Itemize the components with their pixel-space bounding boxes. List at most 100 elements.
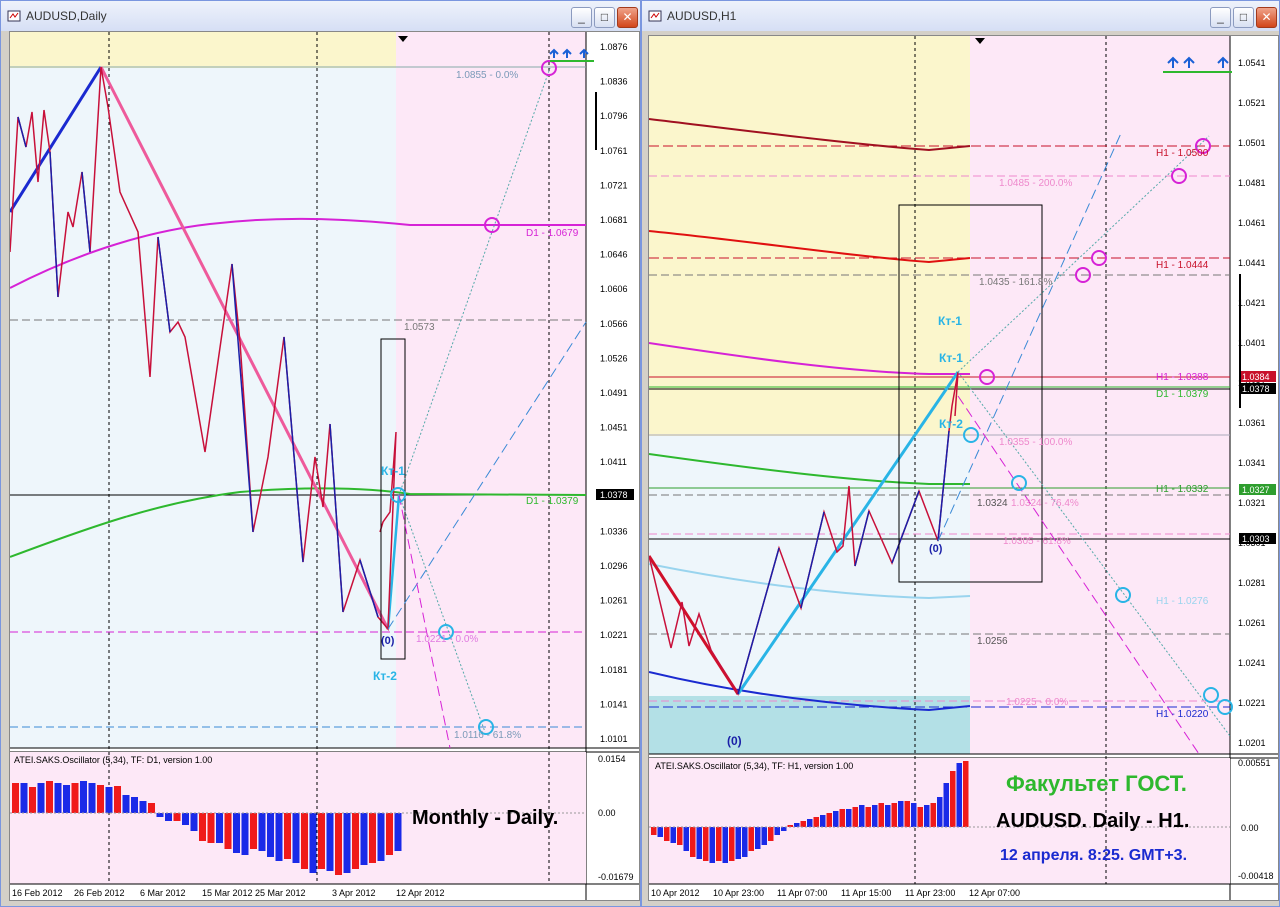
- oscillator-bar: [326, 813, 334, 871]
- oscillator-bar: [709, 827, 715, 863]
- zero-label: (0): [929, 543, 943, 555]
- price-tick: 1.0261: [1238, 618, 1266, 628]
- oscillator-bar: [670, 827, 676, 843]
- oscillator-bar: [794, 823, 800, 827]
- oscillator-bar: [216, 813, 223, 843]
- oscillator-bar: [930, 803, 936, 827]
- oscillator-bar: [309, 813, 317, 873]
- price-badge-text: 1.0384: [1242, 372, 1270, 382]
- price-badge-text: 1.0378: [1242, 384, 1270, 394]
- oscillator-bar: [781, 827, 787, 831]
- oscillator-bar: [190, 813, 198, 831]
- price-tick: 1.0606: [600, 284, 628, 294]
- oscillator-bar: [651, 827, 657, 835]
- chart-area[interactable]: 1.0855 - 0.0% D1 - 1.0679 1.0573 D1 - 1.…: [9, 31, 640, 901]
- maximize-button[interactable]: □: [594, 7, 615, 28]
- oscillator-bar: [148, 803, 155, 813]
- oscillator-bar: [267, 813, 274, 857]
- oscillator-bar: [139, 801, 147, 813]
- chart-window-icon: [7, 10, 21, 22]
- chart-window-icon: [648, 10, 662, 22]
- date-tick: 11 Apr 23:00: [905, 888, 955, 898]
- oscillator-bar: [748, 827, 754, 851]
- kt2-label: Кт-2: [939, 417, 963, 431]
- history-zone-bottom: [649, 696, 970, 754]
- d1-top-label: D1 - 1.0679: [526, 228, 579, 239]
- osc-title: ATEI.SAKS.Oscillator (5,34), TF: D1, ver…: [14, 755, 212, 765]
- close-button[interactable]: ✕: [617, 7, 638, 28]
- chart-area[interactable]: H1 - 1.0500 1.0485 - 200.0% H1 - 1.0444 …: [648, 35, 1279, 901]
- caption-pair: AUDUSD. Daily - H1.: [996, 810, 1189, 832]
- oscillator-bar: [839, 809, 845, 827]
- oscillator-bar: [924, 805, 930, 827]
- window-audusd-h1[interactable]: AUDUSD,H1 _ □ ✕ H1 - 1.0500 1.0485 - 200…: [641, 0, 1280, 907]
- oscillator-bar: [20, 783, 28, 813]
- fib-label: 1.0355 - 100.0%: [999, 437, 1072, 448]
- oscillator-bar: [846, 809, 852, 827]
- oscillator-bar: [233, 813, 240, 853]
- minimize-button[interactable]: _: [1210, 7, 1231, 28]
- fib-618-label: 1.0116 - 61.8%: [454, 730, 521, 741]
- oscillator-bar: [891, 803, 897, 827]
- oscillator-bar: [63, 785, 70, 813]
- oscillator-bar: [199, 813, 206, 841]
- price-tick: 1.0521: [1238, 98, 1266, 108]
- current-price: 1.0378: [600, 490, 628, 500]
- oscillator-bar: [29, 787, 36, 813]
- oscillator-bar: [12, 783, 19, 813]
- kt1-label: Кт-1: [939, 351, 963, 365]
- oscillator-bar: [872, 805, 878, 827]
- oscillator-bar: [826, 813, 832, 827]
- window-audusd-daily[interactable]: AUDUSD,Daily _ □ ✕ 1.0855 - 0.0% D1 - 1.…: [0, 0, 641, 907]
- price-tick: 1.0361: [1238, 418, 1266, 428]
- oscillator-bar: [690, 827, 696, 857]
- title-bar[interactable]: AUDUSD,H1: [642, 1, 1279, 31]
- date-tick: 12 Apr 07:00: [969, 888, 1020, 898]
- oscillator-bar: [46, 781, 53, 813]
- window-title: AUDUSD,H1: [667, 9, 737, 23]
- oscillator-bar: [963, 761, 969, 827]
- price-tick: 1.0241: [1238, 658, 1266, 668]
- close-button[interactable]: ✕: [1256, 7, 1277, 28]
- oscillator-bar: [114, 786, 121, 813]
- price-tick: 1.0541: [1238, 58, 1266, 68]
- oscillator-bar: [131, 797, 138, 813]
- price-tick: 1.0321: [1238, 498, 1266, 508]
- price-tick: 1.0221: [1238, 698, 1266, 708]
- oscillator-bar: [37, 783, 45, 813]
- fib-label: 1.0324 - 76.4%: [1011, 498, 1079, 509]
- title-bar[interactable]: AUDUSD,Daily: [1, 1, 640, 31]
- price-tick: 1.0401: [1238, 338, 1266, 348]
- price-tick: 1.0411: [600, 457, 627, 467]
- price-tick: 1.0481: [1238, 178, 1266, 188]
- oscillator-bar: [318, 813, 325, 869]
- price-tick: 1.0441: [1238, 258, 1266, 268]
- oscillator-bar: [956, 763, 962, 827]
- oscillator-bar: [224, 813, 232, 849]
- minimize-button[interactable]: _: [571, 7, 592, 28]
- oscillator-bar: [335, 813, 342, 875]
- level-label: 1.0573: [404, 322, 435, 333]
- history-zone: [10, 32, 396, 748]
- h1-label: H1 - 1.0220: [1156, 709, 1209, 720]
- maximize-button[interactable]: □: [1233, 7, 1254, 28]
- oscillator-bar: [820, 815, 826, 827]
- osc-title: ATEI.SAKS.Oscillator (5,34), TF: H1, ver…: [655, 761, 853, 771]
- oscillator-bar: [207, 813, 215, 843]
- oscillator-bar: [677, 827, 683, 845]
- date-tick: 12 Apr 2012: [396, 888, 445, 898]
- price-tick: 1.0501: [1238, 138, 1266, 148]
- oscillator-bar: [250, 813, 257, 849]
- oscillator-bar: [54, 783, 62, 813]
- level-label: 1.0256: [977, 636, 1008, 647]
- price-tick: 1.0101: [600, 734, 628, 744]
- oscillator-bar: [943, 783, 949, 827]
- level-label: 1.0324: [977, 498, 1008, 509]
- kt2-label: Кт-2: [373, 669, 397, 683]
- price-tick: 1.0526: [600, 353, 628, 363]
- oscillator-bar: [284, 813, 291, 859]
- oscillator-bar: [774, 827, 780, 835]
- osc-min: -0.01679: [598, 872, 634, 882]
- price-tick: 1.0201: [1238, 738, 1266, 748]
- kt1-label: Кт-1: [381, 464, 405, 478]
